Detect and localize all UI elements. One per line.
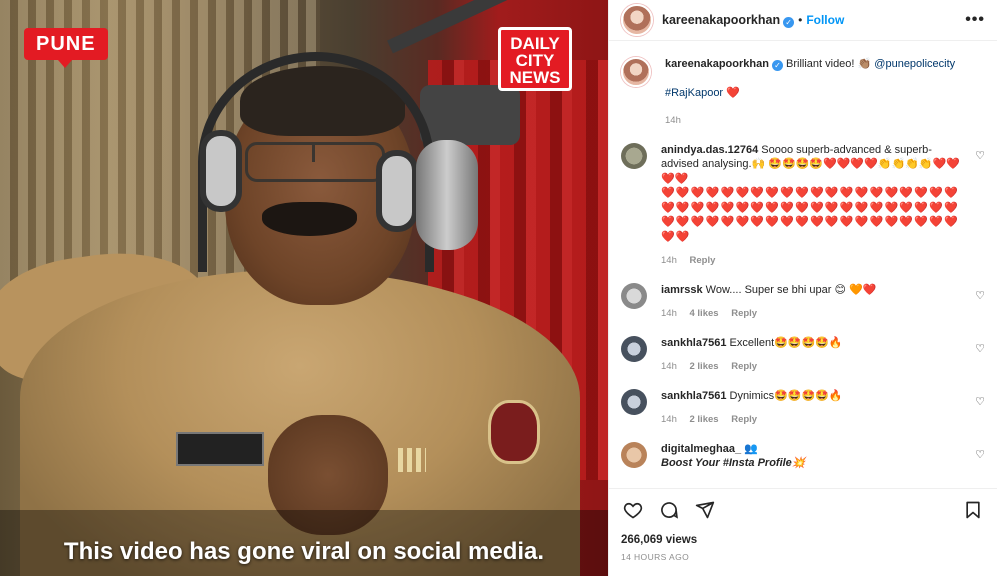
- comment-text-line-2: Boost Your #Insta Profile💥: [661, 457, 806, 469]
- timestamp: 14h: [661, 255, 677, 266]
- uniform-pips: [398, 448, 426, 472]
- likes-count[interactable]: 4 likes: [690, 308, 719, 319]
- studio-microphone: [416, 140, 478, 250]
- avatar[interactable]: [621, 282, 647, 309]
- action-bar: [609, 488, 997, 530]
- post-side-panel: kareenakapoorkhan ✓ • Follow ••• kareenak…: [608, 0, 997, 576]
- timestamp: 14h: [661, 414, 677, 425]
- comment-meta: 14h 2 likes Reply: [661, 413, 969, 428]
- comment-username[interactable]: iamrssk: [661, 284, 703, 296]
- comment-meta: 14h 2 likes Reply: [661, 360, 969, 375]
- avatar[interactable]: [621, 335, 647, 362]
- caption-meta: 14h: [665, 114, 969, 129]
- share-icon[interactable]: [693, 498, 717, 522]
- headphone-earcup-left: [200, 130, 242, 212]
- heart-icon[interactable]: ♡: [975, 395, 985, 408]
- list-item: iamrssk Wow.... Super se bhi upar 😊 🧡❤️ …: [621, 282, 985, 322]
- hashtag-link[interactable]: #RajKapoor: [665, 87, 723, 99]
- reply-button[interactable]: Reply: [731, 308, 757, 319]
- comment-text: 👥: [744, 442, 758, 455]
- avatar[interactable]: [621, 441, 647, 468]
- follow-button[interactable]: Follow: [806, 13, 844, 27]
- view-count[interactable]: 266,069 views: [609, 530, 997, 546]
- list-item: anindya.das.12764 Soooo superb-advanced …: [621, 142, 985, 269]
- list-item: digitalmeghaa_ 👥 Boost Your #Insta Profi…: [621, 441, 985, 471]
- reply-button[interactable]: Reply: [690, 255, 716, 266]
- mic-mount: [420, 85, 520, 145]
- video-player[interactable]: PUNE DAILY CITY NEWS This video has gone…: [0, 0, 608, 576]
- more-icon[interactable]: •••: [965, 11, 985, 29]
- caption-username[interactable]: kareenakapoorkhan: [665, 58, 769, 70]
- comment-text: Excellent🤩🤩🤩🤩🔥: [729, 336, 843, 349]
- instagram-post: PUNE DAILY CITY NEWS This video has gone…: [0, 0, 997, 576]
- likes-count[interactable]: 2 likes: [690, 414, 719, 425]
- name-badge: [176, 432, 264, 466]
- logo-line-2: CITY: [515, 51, 555, 70]
- avatar[interactable]: [621, 57, 651, 87]
- timestamp: 14h: [661, 308, 677, 319]
- verified-icon: ✓: [783, 16, 795, 28]
- avatar[interactable]: [621, 388, 647, 415]
- comment-text: Dynimics🤩🤩🤩🤩🔥: [729, 389, 843, 402]
- verified-icon: ✓: [771, 60, 783, 71]
- comment-username[interactable]: sankhla7561: [661, 390, 726, 402]
- header-username-text[interactable]: kareenakapoorkhan: [662, 13, 780, 27]
- comment-meta: 14h Reply: [661, 254, 969, 269]
- heart-icon[interactable]: ♡: [975, 342, 985, 355]
- heart-icon[interactable]: ♡: [975, 289, 985, 302]
- comment-meta: 14h 4 likes Reply: [661, 307, 969, 322]
- save-icon[interactable]: [961, 498, 985, 522]
- hashtag-heart: ❤️: [726, 86, 740, 99]
- caption-text: Brilliant video! 👏🏽: [786, 58, 872, 70]
- comment-username[interactable]: digitalmeghaa_: [661, 443, 741, 455]
- likes-count[interactable]: 2 likes: [690, 361, 719, 372]
- logo-line-1: DAILY: [510, 34, 560, 53]
- post-timestamp: 14 HOURS AGO: [621, 552, 690, 562]
- daily-city-news-logo: DAILY CITY NEWS: [498, 27, 572, 91]
- post-header: kareenakapoorkhan ✓ • Follow •••: [609, 0, 997, 41]
- comments-list[interactable]: kareenakapoorkhan ✓ Brilliant video! 👏🏽 @…: [609, 41, 997, 488]
- heart-icon[interactable]: ♡: [975, 448, 985, 461]
- timestamp: 14h: [661, 361, 677, 372]
- comment-username[interactable]: sankhla7561: [661, 337, 726, 349]
- mention-link[interactable]: @punepolicecity: [874, 58, 955, 70]
- headphone-earcup-right: [376, 150, 418, 232]
- header-username[interactable]: kareenakapoorkhan ✓: [662, 13, 795, 28]
- location-tag: PUNE: [24, 28, 108, 68]
- avatar[interactable]: [621, 142, 647, 169]
- reply-button[interactable]: Reply: [731, 361, 757, 372]
- comment-icon[interactable]: [657, 498, 681, 522]
- comment-hearts: ❤️❤️❤️❤️❤️❤️❤️❤️❤️❤️❤️❤️❤️❤️❤️❤️❤️❤️❤️❤️…: [661, 187, 959, 243]
- reply-button[interactable]: Reply: [731, 414, 757, 425]
- logo-line-3: NEWS: [509, 68, 561, 87]
- list-item: sankhla7561 Excellent🤩🤩🤩🤩🔥 14h 2 likes R…: [621, 335, 985, 375]
- comment-text: Wow.... Super se bhi upar 😊 🧡❤️: [705, 283, 877, 296]
- separator-dot: •: [798, 13, 803, 27]
- comment-username[interactable]: anindya.das.12764: [661, 144, 758, 156]
- heart-icon[interactable]: [621, 498, 645, 522]
- avatar[interactable]: [621, 4, 653, 36]
- police-insignia: [488, 400, 540, 464]
- timestamp: 14h: [665, 115, 681, 126]
- video-caption: This video has gone viral on social medi…: [63, 538, 545, 565]
- list-item: sankhla7561 Dynimics🤩🤩🤩🤩🔥 14h 2 likes Re…: [621, 388, 985, 428]
- post-caption: kareenakapoorkhan ✓ Brilliant video! 👏🏽 @…: [621, 57, 985, 129]
- heart-icon[interactable]: ♡: [975, 149, 985, 162]
